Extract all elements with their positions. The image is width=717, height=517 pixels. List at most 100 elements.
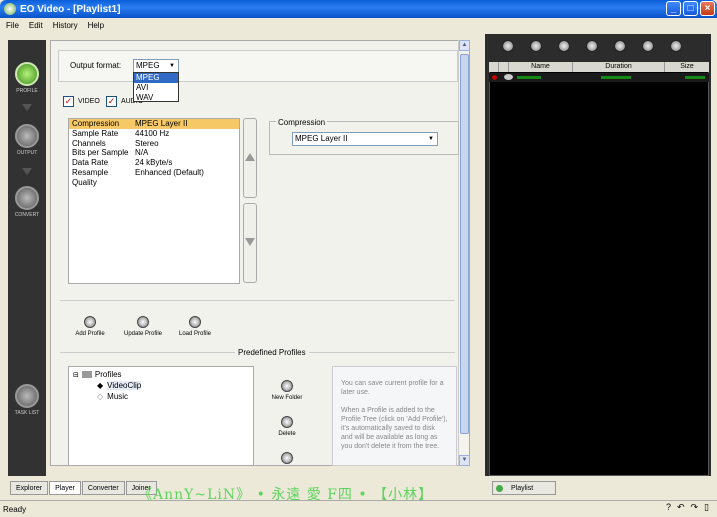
title-bar: EO Video - [Playlist1] _ □ ×: [0, 0, 717, 18]
playlist-next-icon[interactable]: [642, 40, 654, 52]
window-title: EO Video - [Playlist1]: [20, 3, 121, 15]
table-row[interactable]: Resample Quality Enhanced (Default): [69, 168, 239, 187]
bottom-tabs: Explorer Player Converter Joiner: [10, 481, 157, 495]
tree-root[interactable]: ⊟ Profiles: [73, 370, 122, 379]
profile-diamond-icon: ◆: [97, 381, 104, 390]
table-row[interactable]: Sample Rate 44100 Hz: [69, 129, 239, 139]
output-format-select[interactable]: MPEG ▼: [133, 59, 179, 73]
sidebar-label: CONVERT: [14, 212, 40, 218]
playlist-stop-icon[interactable]: [614, 40, 626, 52]
tab-explorer[interactable]: Explorer: [10, 481, 49, 495]
sidebar-label: TASK LIST: [14, 410, 40, 416]
extra-button[interactable]: [268, 452, 306, 464]
delete-button[interactable]: Delete: [268, 416, 306, 437]
predefined-profiles-title: Predefined Profiles: [235, 348, 309, 357]
add-profile-button[interactable]: Add Profile: [70, 316, 110, 337]
down-arrow-icon: [22, 104, 32, 111]
dropdown-option[interactable]: MPEG: [134, 73, 178, 83]
tree-item[interactable]: ◆ VideoClip: [97, 381, 142, 390]
menu-edit[interactable]: Edit: [29, 21, 43, 30]
sidebar-item-profile[interactable]: PROFILE: [8, 62, 46, 94]
status-bar: Ready: [0, 500, 717, 517]
vertical-scrollbar[interactable]: ▲ ▼: [458, 40, 470, 466]
up-arrow-icon: [245, 153, 255, 161]
update-profile-icon: [137, 316, 149, 328]
book-icon[interactable]: ▯: [704, 502, 709, 513]
menu-history[interactable]: History: [53, 21, 78, 30]
load-profile-button[interactable]: Load Profile: [174, 316, 216, 337]
compression-select[interactable]: MPEG Layer II ▼: [292, 132, 438, 146]
scroll-up-button[interactable]: ▲: [459, 40, 470, 51]
output-format-dropdown: MPEG AVI WAV: [133, 72, 179, 102]
sidebar-item-task-list[interactable]: TASK LIST: [8, 384, 46, 416]
tab-playlist[interactable]: Playlist: [492, 481, 556, 495]
output-format-value: MPEG: [136, 61, 160, 70]
column-name[interactable]: Name: [509, 62, 573, 72]
update-profile-button[interactable]: Update Profile: [119, 316, 167, 337]
table-row[interactable]: Data Rate 24 kByte/s: [69, 158, 239, 168]
sidebar-item-convert[interactable]: CONVERT: [8, 186, 46, 218]
compression-value: MPEG Layer II: [295, 134, 348, 143]
playlist-settings-icon[interactable]: [530, 40, 542, 52]
chevron-down-icon: ▼: [169, 63, 175, 69]
eye-icon: [504, 74, 513, 80]
left-sidebar: PROFILE OUTPUT CONVERT TASK LIST: [8, 40, 46, 476]
menu-file[interactable]: File: [6, 21, 19, 30]
status-icons: ? ↶ ↷ ▯: [666, 502, 709, 513]
tab-player[interactable]: Player: [49, 481, 81, 495]
playlist-toolbar: [494, 40, 704, 54]
audio-properties-table: Compression MPEG Layer II Sample Rate 4410…: [68, 118, 240, 284]
playlist-row[interactable]: [489, 73, 709, 82]
video-label: VIDEO: [78, 98, 100, 105]
output-icon: [15, 124, 39, 148]
profile-diamond-icon: ◇: [97, 392, 104, 401]
playlist-refresh-icon[interactable]: [670, 40, 682, 52]
audio-checkbox[interactable]: ✓: [106, 96, 117, 107]
output-format-label: Output format:: [70, 61, 122, 70]
playlist-list: [489, 62, 709, 476]
move-down-button[interactable]: [243, 203, 257, 283]
menu-help[interactable]: Help: [88, 21, 104, 30]
help-icon[interactable]: ?: [666, 502, 671, 513]
table-row[interactable]: Bits per Sample N/A: [69, 148, 239, 158]
table-row[interactable]: Compression MPEG Layer II: [69, 119, 239, 129]
down-arrow-icon: [245, 238, 255, 246]
column-duration[interactable]: Duration: [573, 62, 665, 72]
new-folder-button[interactable]: New Folder: [268, 380, 306, 401]
playlist-add-icon[interactable]: [502, 40, 514, 52]
close-button[interactable]: ×: [700, 1, 715, 16]
undo-icon[interactable]: ↶: [677, 502, 685, 513]
column-size[interactable]: Size: [665, 62, 709, 72]
tab-converter[interactable]: Converter: [81, 481, 125, 495]
maximize-button[interactable]: □: [683, 1, 698, 16]
dropdown-option[interactable]: WAV: [134, 93, 178, 103]
convert-icon: [15, 186, 39, 210]
redo-icon[interactable]: ↷: [691, 502, 699, 513]
playlist-view-icon[interactable]: [558, 40, 570, 52]
playlist-header: Name Duration Size: [489, 62, 709, 72]
tree-item[interactable]: ◇ Music: [97, 392, 128, 401]
video-checkbox[interactable]: ✓: [63, 96, 74, 107]
scroll-down-button[interactable]: ▼: [459, 455, 470, 466]
scroll-thumb[interactable]: [460, 54, 469, 434]
folder-icon: [81, 371, 92, 378]
minimize-button[interactable]: _: [666, 1, 681, 16]
dropdown-option[interactable]: AVI: [134, 83, 178, 93]
task-list-icon: [15, 384, 39, 408]
table-row[interactable]: Channels Stereo: [69, 139, 239, 149]
delete-icon: [281, 416, 293, 428]
move-up-button[interactable]: [243, 118, 257, 198]
profile-tree: ⊟ Profiles ◆ VideoClip ◇ Music: [68, 366, 254, 466]
extra-icon: [281, 452, 293, 464]
sidebar-item-output[interactable]: OUTPUT: [8, 124, 46, 156]
chevron-down-icon: ▼: [428, 136, 434, 142]
collapse-icon: ⊟: [73, 371, 79, 379]
add-profile-icon: [84, 316, 96, 328]
playlist-play-icon[interactable]: [586, 40, 598, 52]
divider: [60, 300, 455, 301]
new-folder-icon: [281, 380, 293, 392]
menu-bar: File Edit History Help: [0, 18, 717, 32]
profile-info-text: You can save current profile for a later…: [332, 366, 457, 466]
profile-icon: [15, 62, 39, 86]
sidebar-label: OUTPUT: [16, 150, 38, 156]
